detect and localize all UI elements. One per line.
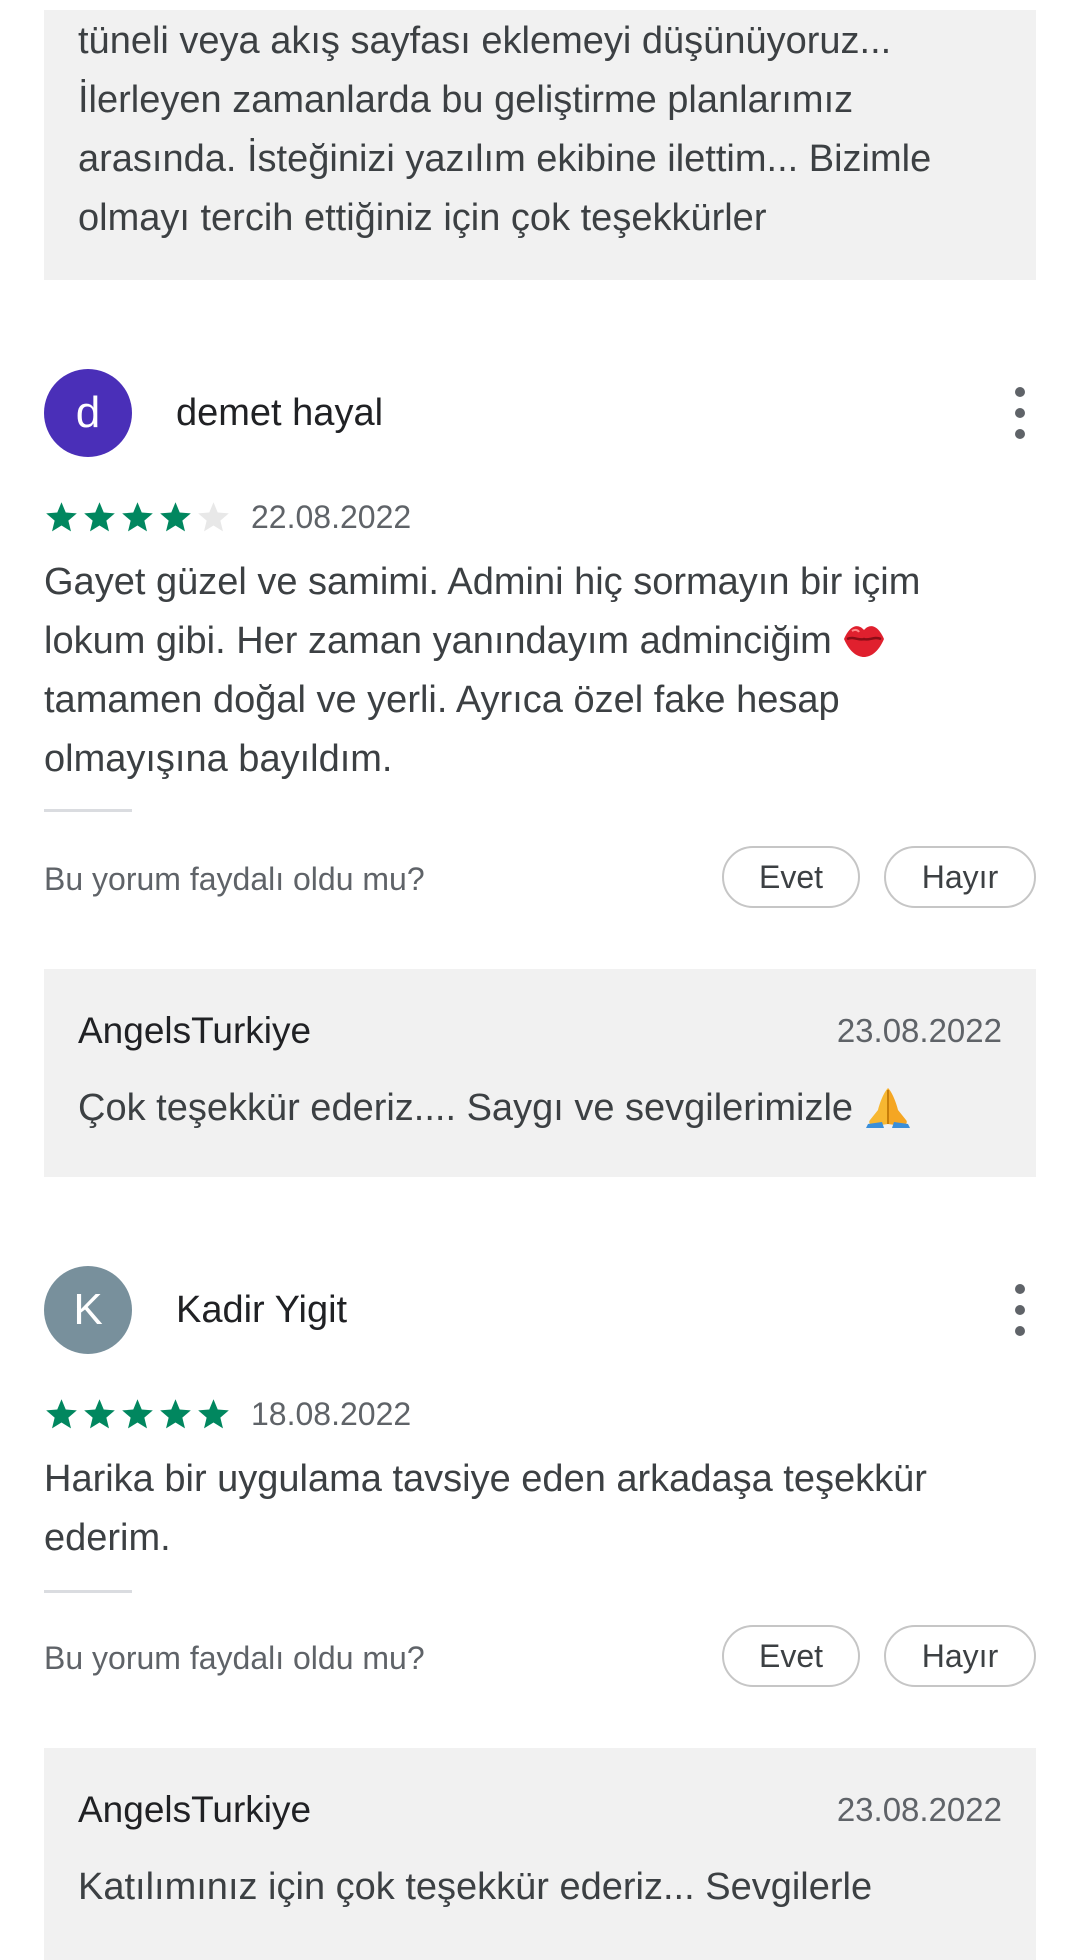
reply-text: Çok teşekkür ederiz.... Saygı ve sevgile… — [78, 1079, 1002, 1138]
reply-text: Katılımınız için çok teşekkür ederiz... … — [78, 1858, 1002, 1917]
review-line: Harika bir uygulama tavsiye eden arkadaş… — [44, 1458, 927, 1500]
reply-text: tüneli veya akış sayfası eklemeyi düşünü… — [78, 12, 1002, 248]
review-line: olmayışına bayıldım. — [44, 738, 393, 780]
divider — [44, 809, 132, 812]
rating-row: 18.08.2022 — [44, 1394, 1036, 1434]
review-text: Harika bir uygulama tavsiye eden arkadaş… — [44, 1450, 1036, 1568]
reply-line: İlerleyen zamanlarda bu geliştirme planl… — [78, 79, 854, 121]
reply-header: AngelsTurkiye 23.08.2022 — [78, 1001, 1002, 1061]
helpful-no-button[interactable]: Hayır — [884, 846, 1036, 908]
lips-emoji-icon — [844, 626, 885, 657]
helpful-question: Bu yorum faydalı oldu mu? — [44, 1639, 425, 1676]
review-header: d demet hayal — [44, 369, 1036, 457]
rating-row: 22.08.2022 — [44, 497, 1036, 537]
more-options-icon[interactable] — [1008, 1284, 1032, 1336]
helpful-buttons: Evet Hayır — [722, 1625, 1036, 1687]
reply-header: AngelsTurkiye 23.08.2022 — [78, 1780, 1002, 1840]
star-filled-icon — [46, 501, 77, 531]
review-line: Gayet güzel ve samimi. Admini hiç sormay… — [44, 561, 921, 603]
star-filled-icon — [84, 1398, 115, 1428]
star-filled-icon — [122, 1398, 153, 1428]
reviewer-name: Kadir Yigit — [176, 1288, 348, 1331]
star-filled-icon — [84, 501, 115, 531]
review-card: K Kadir Yigit 18.08.2022 Harika bir uygu… — [44, 1266, 1036, 1691]
star-filled-icon — [46, 1398, 77, 1428]
divider — [44, 1590, 132, 1593]
helpful-buttons: Evet Hayır — [722, 846, 1036, 908]
review-line: tamamen doğal ve yerli. Ayrıca özel fake… — [44, 679, 840, 721]
star-filled-icon — [122, 501, 153, 531]
star-empty-icon — [198, 501, 229, 531]
helpful-yes-button[interactable]: Evet — [722, 846, 860, 908]
reviewer-name: demet hayal — [176, 391, 384, 434]
more-options-icon[interactable] — [1008, 387, 1032, 439]
reply-date: 23.08.2022 — [836, 1791, 1002, 1828]
helpful-row: Bu yorum faydalı oldu mu? Evet Hayır — [44, 1625, 1036, 1691]
star-filled-icon — [160, 1398, 191, 1428]
reply-line: arasında. İsteğinizi yazılım ekibine ile… — [78, 138, 932, 180]
helpful-row: Bu yorum faydalı oldu mu? Evet Hayır — [44, 846, 1036, 912]
helpful-yes-button[interactable]: Evet — [722, 1625, 860, 1687]
review-line: lokum gibi. Her zaman yanındayım adminci… — [44, 620, 832, 662]
star-filled-icon — [198, 1398, 229, 1428]
star-rating — [44, 1397, 231, 1432]
reply-text-content: Çok teşekkür ederiz.... Saygı ve sevgile… — [78, 1087, 854, 1129]
helpful-question: Bu yorum faydalı oldu mu? — [44, 860, 425, 897]
star-filled-icon — [160, 501, 191, 531]
reply-line: olmayı tercih ettiğiniz için çok teşekkü… — [78, 197, 767, 239]
reply-line: tüneli veya akış sayfası eklemeyi düşünü… — [78, 20, 892, 62]
review-date: 22.08.2022 — [251, 498, 412, 535]
avatar: K — [44, 1266, 132, 1354]
reply-author: AngelsTurkiye — [78, 1010, 312, 1051]
reviews-page: tüneli veya akış sayfası eklemeyi düşünü… — [0, 0, 1080, 1960]
reply-date: 23.08.2022 — [836, 1012, 1002, 1049]
review-header: K Kadir Yigit — [44, 1266, 1036, 1354]
developer-reply: AngelsTurkiye 23.08.2022 Çok teşekkür ed… — [44, 969, 1036, 1177]
folded-hands-emoji-icon — [865, 1088, 910, 1128]
review-card: d demet hayal 22.08.2022 Gayet güzel ve … — [44, 369, 1036, 912]
star-rating — [44, 500, 231, 535]
developer-reply-top: tüneli veya akış sayfası eklemeyi düşünü… — [44, 10, 1036, 280]
reply-text-content: Katılımınız için çok teşekkür ederiz... … — [78, 1866, 873, 1908]
review-date: 18.08.2022 — [251, 1395, 412, 1432]
reply-author: AngelsTurkiye — [78, 1789, 312, 1830]
avatar: d — [44, 369, 132, 457]
review-line-with-emoji: lokum gibi. Her zaman yanındayım adminci… — [44, 612, 1036, 671]
developer-reply: AngelsTurkiye 23.08.2022 Katılımınız içi… — [44, 1748, 1036, 1960]
review-text: Gayet güzel ve samimi. Admini hiç sormay… — [44, 553, 1036, 789]
helpful-no-button[interactable]: Hayır — [884, 1625, 1036, 1687]
review-line: ederim. — [44, 1517, 171, 1559]
